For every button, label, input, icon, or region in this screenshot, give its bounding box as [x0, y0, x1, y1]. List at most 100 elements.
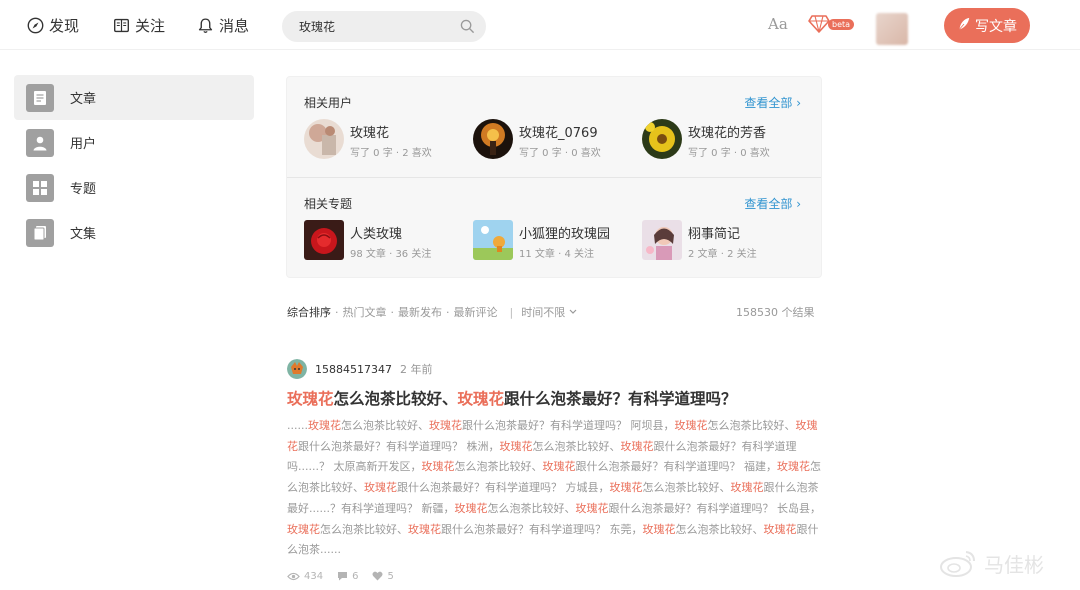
- notebooks-icon: [26, 218, 54, 247]
- related-user-meta: 写了 0 字 · 0 喜欢: [688, 148, 770, 159]
- related-topics-see-all-link[interactable]: 查看全部 ›: [744, 195, 801, 212]
- write-article-label: 写文章: [975, 17, 1017, 34]
- nav-follow[interactable]: 关注: [112, 0, 165, 50]
- abstract-highlight: 玫瑰花: [763, 522, 797, 536]
- related-panel: 相关用户 查看全部 › 玫瑰花 写了 0 字 · 2 喜欢 玫瑰花_0769 写…: [286, 76, 822, 278]
- result-count: 158530 个结果: [736, 306, 815, 319]
- abstract-highlight: 玫瑰花: [408, 522, 441, 536]
- abstract-highlight: 玫瑰花: [287, 522, 320, 536]
- abstract-highlight: 玫瑰花: [454, 501, 488, 515]
- abstract-text: 跟什么泡茶最好？有科学道理吗？ 长岛县，: [608, 501, 821, 515]
- title-text: 跟什么泡茶最好？有科学道理吗？: [504, 390, 737, 408]
- comment-icon: [338, 572, 348, 581]
- nav-messages-label: 消息: [219, 16, 250, 35]
- nav-messages[interactable]: 消息: [196, 0, 249, 50]
- title-highlight: 玫瑰花: [457, 390, 505, 408]
- views-count: 434: [304, 570, 324, 582]
- abstract-text: 怎么泡茶比较好、: [454, 460, 543, 474]
- related-topic-meta: 98 文章 · 36 关注: [350, 249, 432, 260]
- article-author-name[interactable]: 15884517347: [315, 363, 392, 376]
- time-filter[interactable]: 时间不限: [521, 304, 565, 320]
- sidebar-item-collections[interactable]: 文集: [14, 210, 254, 255]
- related-topic-name[interactable]: 人类玫瑰: [350, 223, 402, 242]
- sort-dot: ·: [446, 305, 450, 319]
- sidebar-item-users[interactable]: 用户: [14, 120, 254, 165]
- related-users-section: 相关用户 查看全部 › 玫瑰花 写了 0 字 · 2 喜欢 玫瑰花_0769 写…: [287, 77, 821, 178]
- abstract-highlight: 玫瑰花: [421, 460, 455, 474]
- sidebar-item-topics[interactable]: 专题: [14, 165, 254, 210]
- abstract-highlight: 玫瑰花: [620, 439, 654, 453]
- related-user-meta: 写了 0 字 · 0 喜欢: [519, 148, 601, 159]
- heart-icon: [372, 572, 383, 581]
- article-time: 2 年前: [399, 363, 433, 376]
- sort-option-comprehensive[interactable]: 综合排序: [287, 304, 331, 320]
- topic-cover[interactable]: [642, 220, 682, 260]
- abstract-highlight: 玫瑰花: [776, 460, 810, 474]
- sidebar-item-label: 文集: [70, 227, 97, 242]
- related-user-name[interactable]: 玫瑰花_0769: [519, 122, 598, 141]
- user-avatar[interactable]: [642, 119, 682, 159]
- related-topic-card[interactable]: 人类玫瑰 98 文章 · 36 关注: [304, 220, 474, 262]
- chevron-down-icon[interactable]: [569, 309, 577, 315]
- related-user-card[interactable]: 玫瑰花_0769 写了 0 字 · 0 喜欢: [473, 119, 643, 161]
- feather-pen-icon: [957, 17, 971, 34]
- article-title[interactable]: 玫瑰花怎么泡茶比较好、玫瑰花跟什么泡茶最好？有科学道理吗？: [287, 388, 822, 410]
- abstract-text: 怎么泡茶比较好、: [340, 419, 429, 432]
- sort-option-newest[interactable]: 最新发布: [398, 304, 442, 320]
- search-icon[interactable]: [460, 19, 475, 34]
- comments-count: 6: [352, 570, 359, 582]
- abstract-text: 跟什么泡茶最好？有科学道理吗？ 方城县，: [397, 481, 610, 495]
- beta-badge: beta: [828, 19, 855, 30]
- related-topic-card[interactable]: 小狐狸的玫瑰园 11 文章 · 4 关注: [473, 220, 643, 262]
- abstract-text: 跟什么泡茶最好？有科学道理吗？ 株洲，: [298, 439, 500, 453]
- related-topic-name[interactable]: 小狐狸的玫瑰园: [519, 223, 610, 242]
- abstract-highlight: 玫瑰花: [499, 439, 533, 453]
- author-avatar[interactable]: [287, 359, 307, 379]
- user-avatar[interactable]: [473, 119, 513, 159]
- abstract-highlight: 玫瑰花: [609, 481, 643, 495]
- topic-cover[interactable]: [473, 220, 513, 260]
- abstract-text: 怎么泡茶比较好、: [707, 419, 796, 432]
- related-user-card[interactable]: 玫瑰花的芳香 写了 0 字 · 0 喜欢: [642, 119, 812, 161]
- comments-stat[interactable]: 6: [337, 571, 358, 582]
- likes-stat[interactable]: 5: [372, 571, 394, 582]
- related-topic-name[interactable]: 栩事简记: [688, 223, 740, 242]
- user-avatar[interactable]: [876, 13, 908, 45]
- topic-cover[interactable]: [304, 220, 344, 260]
- related-topic-card[interactable]: 栩事简记 2 文章 · 2 关注: [642, 220, 812, 262]
- beta-diamond[interactable]: beta: [808, 15, 858, 35]
- sort-divider: |: [509, 305, 514, 319]
- sort-option-latest-comment[interactable]: 最新评论: [454, 304, 498, 320]
- abstract-text: 怎么泡茶比较好、: [320, 522, 408, 536]
- abstract-text: ......: [287, 419, 308, 432]
- abstract-highlight: 玫瑰花: [674, 419, 708, 432]
- nav-follow-label: 关注: [135, 16, 166, 35]
- abstract-highlight: 玫瑰花: [575, 501, 609, 515]
- nav-discover-label: 发现: [49, 16, 80, 35]
- diamond-icon: [808, 15, 830, 33]
- sidebar-item-articles[interactable]: 文章: [14, 75, 254, 120]
- sort-option-hot[interactable]: 热门文章: [343, 304, 387, 320]
- sort-dot: ·: [335, 305, 339, 319]
- nav-discover[interactable]: 发现: [26, 0, 79, 50]
- search-input[interactable]: [299, 12, 449, 41]
- related-topic-meta: 11 文章 · 4 关注: [519, 249, 594, 260]
- related-users-see-all-link[interactable]: 查看全部 ›: [744, 94, 801, 111]
- compass-icon: [26, 16, 44, 34]
- article-item: 15884517347 2 年前 玫瑰花怎么泡茶比较好、玫瑰花跟什么泡茶最好？有…: [287, 358, 822, 582]
- font-size-toggle[interactable]: Aa: [768, 15, 788, 33]
- related-user-name[interactable]: 玫瑰花: [350, 122, 389, 141]
- abstract-highlight: 玫瑰花: [428, 419, 462, 432]
- related-user-card[interactable]: 玫瑰花 写了 0 字 · 2 喜欢: [304, 119, 474, 161]
- sort-bar: 综合排序 · 热门文章 · 最新发布 · 最新评论 | 时间不限: [287, 304, 577, 320]
- abstract-highlight: 玫瑰花: [730, 481, 764, 495]
- related-topics-title: 相关专题: [304, 197, 353, 211]
- abstract-text: 怎么泡茶比较好、: [532, 439, 621, 453]
- related-user-name[interactable]: 玫瑰花的芳香: [688, 122, 766, 141]
- abstract-text: 怎么泡茶比较好、: [675, 522, 764, 536]
- user-avatar[interactable]: [304, 119, 344, 159]
- sidebar-item-label: 文章: [70, 92, 97, 107]
- write-article-button[interactable]: 写文章: [944, 8, 1030, 43]
- views-stat: 434: [287, 571, 323, 582]
- article-abstract: ......玫瑰花怎么泡茶比较好、玫瑰花跟什么泡茶最好？有科学道理吗？ 阿坝县，…: [287, 416, 822, 561]
